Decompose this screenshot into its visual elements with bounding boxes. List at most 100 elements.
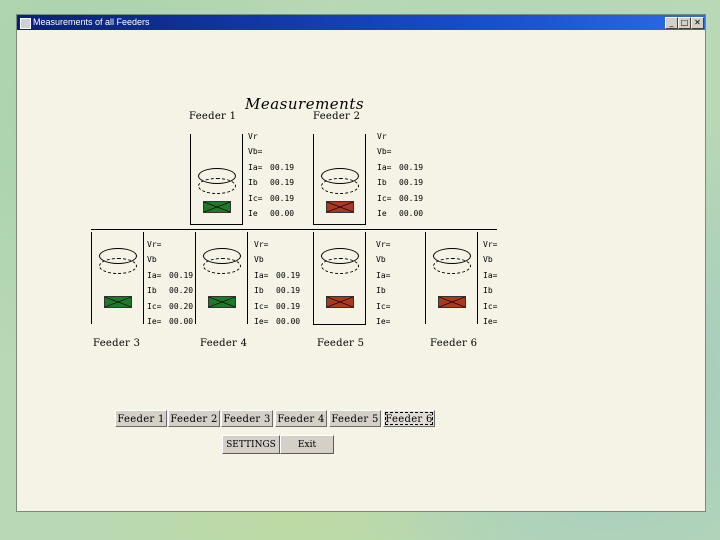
feeder-6-left-line — [425, 232, 426, 324]
feeder-5-right-line — [365, 232, 366, 324]
breaker-cross-icon — [204, 202, 230, 212]
feeder-4-measure-label: Ia= — [254, 270, 269, 280]
feeder-2-measure-value: 00.19 — [399, 193, 424, 203]
feeder-4-left-line — [195, 232, 196, 324]
feeder-6-measure-label: Vr= — [483, 240, 498, 249]
feeder-6-name: Feeder 6 — [430, 338, 478, 349]
feeder-1-measure-label: Vb= — [248, 147, 263, 157]
feeder-4-measure-label: Vr= — [254, 240, 269, 249]
feeder-4-measure-value: 00.19 — [276, 270, 301, 280]
feeder-1-measure-label: Vr — [248, 132, 258, 141]
feeder-6-transformer-coil-icon — [433, 258, 471, 274]
feeder-4-measure-label: Ie= — [254, 317, 269, 326]
feeder-6-measure-label: Ic= — [483, 301, 498, 311]
feeder-3-right-line — [143, 232, 144, 324]
feeder-5-breaker-status[interactable] — [326, 296, 354, 308]
feeder-3-measure-value: 00.20 — [169, 301, 194, 311]
feeder-4-measure-value: 00.19 — [276, 301, 301, 311]
feeder-4-name: Feeder 4 — [200, 338, 248, 349]
window-content: Measurements Feeder 1 Vr Vb= Ia= 00.19 Ib 00.1… — [17, 30, 705, 511]
feeder-2-measure-value: 00.19 — [399, 178, 424, 188]
feeder-5-measure-label: Vr= — [376, 240, 391, 249]
tab-feeder-5[interactable]: Feeder 5 — [329, 410, 381, 427]
feeder-3-left-line — [91, 232, 92, 324]
tab-feeder-2[interactable]: Feeder 2 — [168, 410, 220, 427]
feeder-3-name: Feeder 3 — [93, 338, 141, 349]
feeder-6-measure-label: Vb — [483, 255, 493, 265]
feeder-2-transformer-coil-icon — [321, 178, 359, 194]
feeder-1-measure-label: Ib — [248, 178, 258, 188]
feeder-2-measure-label: Ia= — [377, 162, 392, 172]
feeder-5-bottom-line — [313, 324, 366, 325]
maximize-button[interactable]: □ — [678, 17, 691, 29]
tab-feeder-6[interactable]: Feeder 6 — [383, 410, 435, 427]
settings-button[interactable]: SETTINGS — [222, 435, 280, 454]
feeder-3-measure-label: Vr= — [147, 240, 162, 249]
tab-feeder-4[interactable]: Feeder 4 — [275, 410, 327, 427]
feeder-1-measure-label: Ie — [248, 209, 258, 218]
feeder-3-breaker-status[interactable] — [104, 296, 132, 308]
breaker-cross-icon — [209, 297, 235, 307]
feeder-1-measure-label: Ia= — [248, 162, 263, 172]
feeder-3-measure-value: 00.19 — [169, 270, 194, 280]
feeder-2-name: Feeder 2 — [313, 111, 361, 122]
feeder-3-measure-label: Vb — [147, 255, 157, 265]
app-icon — [20, 18, 31, 29]
breaker-cross-icon — [439, 297, 465, 307]
feeder-2-measure-label: Vr — [377, 132, 387, 141]
feeder-4-breaker-status[interactable] — [208, 296, 236, 308]
feeder-4-measure-value: 00.00 — [276, 317, 301, 326]
feeder-1-measure-value: 00.19 — [270, 193, 295, 203]
feeder-4-transformer-coil-icon — [203, 258, 241, 274]
exit-button[interactable]: Exit — [280, 435, 334, 454]
feeder-5-measure-label: Vb — [376, 255, 386, 265]
feeder-4-measure-value: 00.19 — [276, 286, 301, 296]
feeder-5-measure-label: Ic= — [376, 301, 391, 311]
feeder-1-breaker-status[interactable] — [203, 201, 231, 213]
feeder-6-measure-label: Ie= — [483, 317, 498, 326]
feeder-5-left-line — [313, 232, 314, 324]
feeder-1-bottom-line — [190, 224, 243, 225]
feeder-4-measure-label: Ib — [254, 286, 264, 296]
feeder-2-right-line — [365, 134, 366, 224]
feeder-2-breaker-status[interactable] — [326, 201, 354, 213]
feeder-5-measure-label: Ie= — [376, 317, 391, 326]
feeder-1-transformer-coil-icon — [198, 178, 236, 194]
breaker-cross-icon — [327, 297, 353, 307]
feeder-1-measure-value: 00.19 — [270, 178, 295, 188]
busbar-line — [91, 229, 497, 230]
feeder-1-measure-value: 00.00 — [270, 209, 295, 218]
feeder-5-name: Feeder 5 — [317, 338, 365, 349]
feeder-2-measure-label: Vb= — [377, 147, 392, 157]
feeder-6-measure-label: Ia= — [483, 270, 498, 280]
feeder-2-measure-label: Ie — [377, 209, 387, 218]
feeder-3-measure-label: Ie= — [147, 317, 162, 326]
minimize-button[interactable]: _ — [665, 17, 678, 29]
feeder-2-measure-value: 00.00 — [399, 209, 424, 218]
feeder-2-measure-label: Ic= — [377, 193, 392, 203]
feeder-1-measure-label: Ic= — [248, 193, 263, 203]
feeder-1-measure-value: 00.19 — [270, 162, 295, 172]
feeder-6-measure-label: Ib — [483, 286, 493, 296]
feeder-1-left-line — [190, 134, 191, 224]
tab-feeder-3[interactable]: Feeder 3 — [221, 410, 273, 427]
close-button[interactable]: ✕ — [691, 17, 704, 29]
feeder-4-right-line — [247, 232, 248, 324]
feeder-4-measure-label: Vb — [254, 255, 264, 265]
feeder-5-measure-label: Ib — [376, 286, 386, 296]
title-bar[interactable]: Measurements of all Feeders _ □ ✕ — [17, 15, 705, 30]
breaker-cross-icon — [105, 297, 131, 307]
tab-feeder-1[interactable]: Feeder 1 — [115, 410, 167, 427]
feeder-6-breaker-status[interactable] — [438, 296, 466, 308]
breaker-cross-icon — [327, 202, 353, 212]
feeder-5-measure-label: Ia= — [376, 270, 391, 280]
feeder-3-measure-label: Ic= — [147, 301, 162, 311]
feeder-3-measure-label: Ib — [147, 286, 157, 296]
feeder-4-measure-label: Ic= — [254, 301, 269, 311]
feeder-5-transformer-coil-icon — [321, 258, 359, 274]
feeder-2-measure-label: Ib — [377, 178, 387, 188]
feeder-1-right-line — [242, 134, 243, 224]
feeder-2-measure-value: 00.19 — [399, 162, 424, 172]
feeder-6-right-line — [477, 232, 478, 324]
feeder-2-left-line — [313, 134, 314, 224]
